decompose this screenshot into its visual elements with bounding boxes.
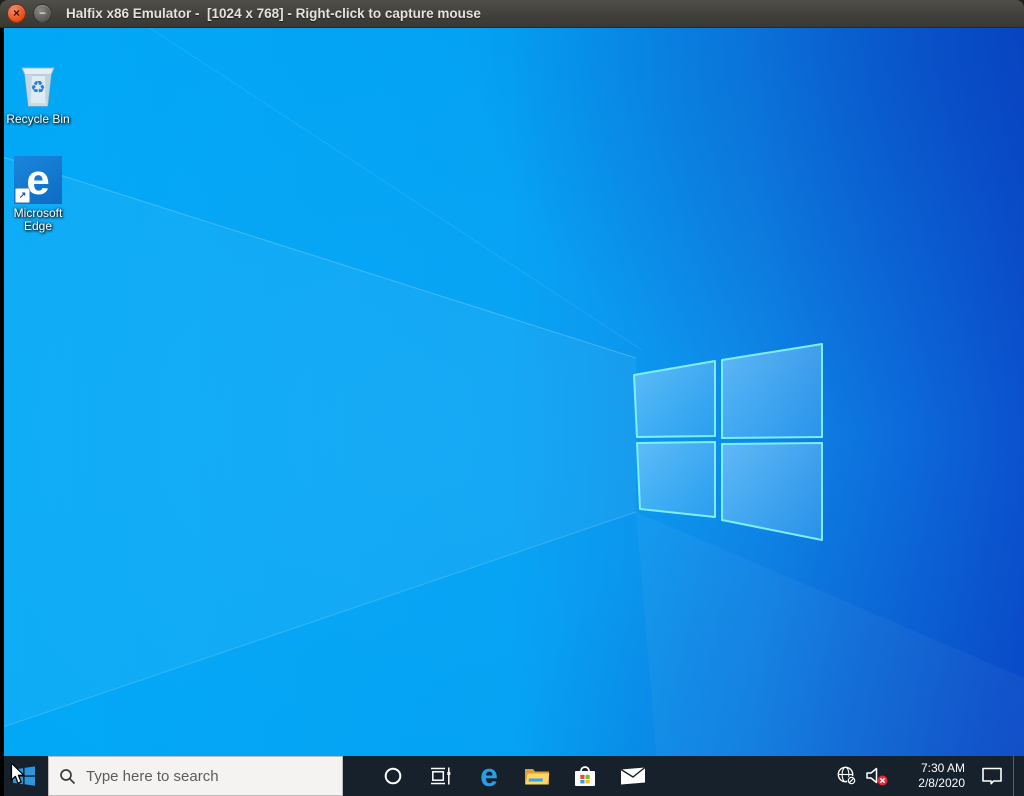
taskbar-clock[interactable]: 7:30 AM 2/8/2020 bbox=[901, 761, 965, 791]
mail-icon bbox=[620, 767, 646, 785]
shortcut-arrow-icon: ↗ bbox=[15, 188, 30, 203]
mail-button[interactable] bbox=[609, 756, 657, 796]
svg-text:♻: ♻ bbox=[30, 78, 45, 98]
desktop-icon-microsoft-edge[interactable]: e ↗ Microsoft Edge bbox=[0, 156, 76, 233]
network-offline-icon bbox=[836, 765, 858, 787]
file-explorer-icon bbox=[524, 766, 550, 786]
edge-desktop-icon: e ↗ bbox=[14, 156, 62, 204]
show-desktop-button[interactable] bbox=[1013, 756, 1018, 796]
search-icon bbox=[59, 768, 76, 785]
system-tray: 7:30 AM 2/8/2020 bbox=[833, 756, 1024, 796]
close-button[interactable]: × bbox=[7, 4, 26, 23]
task-view-icon bbox=[430, 767, 452, 785]
window-title: Halfix x86 Emulator - [1024 x 768] - Rig… bbox=[66, 6, 481, 21]
edge-taskbar-button[interactable]: e bbox=[465, 756, 513, 796]
start-button[interactable] bbox=[0, 756, 48, 796]
desktop-icon-label: Microsoft Edge bbox=[0, 207, 76, 233]
close-icon: × bbox=[13, 7, 20, 19]
file-explorer-button[interactable] bbox=[513, 756, 561, 796]
clock-date: 2/8/2020 bbox=[901, 776, 965, 791]
action-center-button[interactable] bbox=[971, 766, 1013, 786]
edge-icon: e bbox=[474, 760, 504, 792]
volume-button[interactable] bbox=[861, 766, 893, 787]
search-input[interactable] bbox=[84, 767, 332, 786]
titlebar[interactable]: × − Halfix x86 Emulator - [1024 x 768] -… bbox=[0, 0, 1024, 28]
cortana-icon bbox=[383, 766, 403, 786]
network-status-button[interactable] bbox=[833, 765, 861, 787]
microsoft-store-icon bbox=[573, 765, 597, 788]
task-view-button[interactable] bbox=[417, 756, 465, 796]
desktop[interactable]: ♻ Recycle Bin e ↗ Microsoft Edge bbox=[0, 28, 1024, 796]
screen-left-border bbox=[0, 28, 4, 796]
volume-muted-icon bbox=[865, 766, 890, 787]
action-center-icon bbox=[980, 766, 1004, 786]
minimize-icon: − bbox=[39, 7, 46, 19]
clock-time: 7:30 AM bbox=[901, 761, 965, 776]
emulator-window: × − Halfix x86 Emulator - [1024 x 768] -… bbox=[0, 0, 1024, 796]
taskbar: e bbox=[0, 756, 1024, 796]
svg-text:e: e bbox=[480, 760, 498, 792]
minimize-button[interactable]: − bbox=[33, 4, 52, 23]
microsoft-store-button[interactable] bbox=[561, 756, 609, 796]
windows-start-icon bbox=[12, 766, 36, 786]
taskbar-search[interactable] bbox=[48, 756, 343, 796]
wallpaper bbox=[0, 28, 1024, 796]
recycle-bin-icon: ♻ bbox=[14, 62, 62, 110]
desktop-icon-recycle-bin[interactable]: ♻ Recycle Bin bbox=[0, 62, 76, 126]
desktop-icon-label: Recycle Bin bbox=[0, 113, 76, 126]
cortana-button[interactable] bbox=[369, 756, 417, 796]
